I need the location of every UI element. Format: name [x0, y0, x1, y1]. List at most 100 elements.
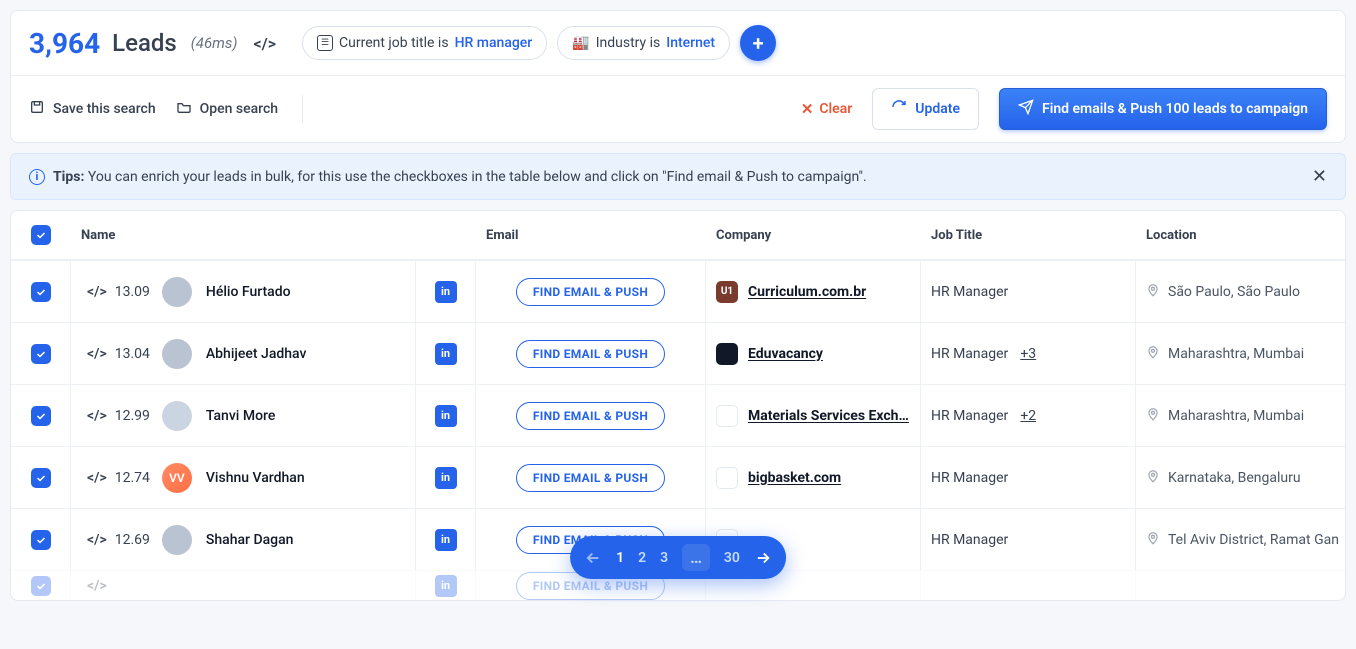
table-header: Name Email Company Job Title Location [11, 211, 1345, 260]
filter-pill-jobtitle[interactable]: ☰ Current job title is HR manager [302, 26, 547, 60]
save-search-label: Save this search [53, 101, 156, 117]
avatar [162, 401, 192, 431]
table-row: </> 13.04 Abhijeet Jadhav in FIND EMAIL & … [11, 322, 1345, 384]
job-extra-count[interactable]: +3 [1020, 346, 1036, 362]
table-row: </> 12.74 VV Vishnu VardhaninFIND EMAIL … [11, 446, 1345, 508]
row-checkbox[interactable] [31, 468, 51, 488]
lead-name[interactable]: Vishnu Vardhan [206, 470, 305, 486]
company-link[interactable]: Eduvacancy [748, 346, 823, 362]
push-campaign-button[interactable]: Find emails & Push 100 leads to campaign [999, 88, 1327, 130]
select-all-checkbox[interactable] [31, 225, 51, 245]
tips-banner: i Tips: You can enrich your leads in bul… [10, 153, 1346, 200]
building-icon: 🏭 [572, 35, 589, 51]
push-label: Find emails & Push 100 leads to campaign [1042, 101, 1308, 117]
toolbar: Save this search Open search ✕ Clear Upd… [11, 76, 1345, 142]
avatar [162, 339, 192, 369]
save-search-button[interactable]: Save this search [29, 99, 156, 119]
update-button[interactable]: Update [872, 88, 979, 130]
row-checkbox[interactable] [31, 406, 51, 426]
location-pin-icon [1146, 531, 1160, 549]
company-link[interactable]: bigbasket.com [748, 470, 841, 486]
linkedin-icon[interactable]: in [435, 467, 457, 489]
job-extra-count[interactable]: +2 [1020, 408, 1036, 424]
refresh-icon [891, 99, 907, 119]
open-search-button[interactable]: Open search [176, 99, 278, 119]
linkedin-icon[interactable]: in [435, 343, 457, 365]
send-icon [1018, 99, 1034, 119]
find-email-button[interactable]: FIND EMAIL & PUSH [516, 278, 665, 306]
linkedin-icon[interactable]: in [435, 405, 457, 427]
linkedin-icon[interactable]: in [435, 575, 457, 597]
summary-header: 3,964 Leads (46ms) </> ☰ Current job tit… [11, 11, 1345, 76]
lead-name[interactable]: Abhijeet Jadhav [206, 346, 307, 362]
row-checkbox[interactable] [31, 344, 51, 364]
filter-prefix: Current job title is [339, 35, 449, 51]
row-checkbox[interactable] [31, 576, 51, 596]
pagination-page-2[interactable]: 2 [638, 550, 646, 566]
job-title: HR Manager [931, 346, 1008, 362]
tips-label: Tips: [53, 169, 84, 185]
row-checkbox[interactable] [31, 282, 51, 302]
lead-label: Leads [112, 29, 177, 57]
company-link[interactable]: Curriculum.com.br [748, 284, 866, 300]
pagination-ellipsis[interactable]: … [682, 544, 710, 571]
folder-icon [176, 99, 192, 119]
header-linkedin [416, 221, 476, 249]
header-email: Email [476, 214, 706, 257]
filter-prefix: Industry is [596, 35, 661, 51]
code-icon[interactable]: </> [87, 532, 107, 548]
lead-score: 12.99 [115, 408, 150, 424]
header-name: Name [71, 214, 416, 257]
save-icon [29, 99, 45, 119]
lead-name[interactable]: Tanvi More [206, 408, 275, 424]
filter-value: Internet [666, 35, 715, 51]
location-pin-icon [1146, 283, 1160, 301]
divider [302, 95, 303, 123]
find-email-button[interactable]: FIND EMAIL & PUSH [516, 402, 665, 430]
job-title: HR Manager [931, 470, 1008, 486]
search-summary-card: 3,964 Leads (46ms) </> ☰ Current job tit… [10, 10, 1346, 143]
location-text: Karnataka, Bengaluru [1168, 470, 1301, 486]
linkedin-icon[interactable]: in [435, 281, 457, 303]
add-filter-button[interactable]: + [740, 25, 776, 61]
filter-value: HR manager [455, 35, 533, 51]
table-row: </> 12.99 Tanvi MoreinFIND EMAIL & PUSH … [11, 384, 1345, 446]
lead-name[interactable]: Hélio Furtado [206, 284, 291, 300]
location-pin-icon [1146, 407, 1160, 425]
row-checkbox[interactable] [31, 530, 51, 550]
header-job: Job Title [921, 214, 1136, 257]
code-icon[interactable]: </> [87, 346, 107, 362]
pagination-prev[interactable] [584, 549, 602, 567]
tips-text: You can enrich your leads in bulk, for t… [88, 169, 867, 185]
header-checkbox-cell [11, 211, 71, 259]
linkedin-icon[interactable]: in [435, 529, 457, 551]
code-icon[interactable]: </> [253, 34, 276, 53]
lead-score: 13.09 [115, 284, 150, 300]
pagination-next[interactable] [754, 549, 772, 567]
find-email-button[interactable]: FIND EMAIL & PUSH [516, 340, 665, 368]
code-icon[interactable]: </> [87, 284, 107, 300]
company-link[interactable]: Materials Services Exch… [748, 408, 909, 424]
pagination-page-3[interactable]: 3 [660, 550, 668, 566]
timing-label: (46ms) [191, 34, 238, 52]
pagination-page-1[interactable]: 1 [616, 550, 624, 566]
close-tips-button[interactable]: ✕ [1312, 166, 1327, 187]
location-pin-icon [1146, 469, 1160, 487]
code-icon[interactable]: </> [87, 470, 107, 486]
find-email-button[interactable]: FIND EMAIL & PUSH [516, 464, 665, 492]
filter-pill-industry[interactable]: 🏭 Industry is Internet [557, 26, 730, 60]
pagination-page-last[interactable]: 30 [724, 550, 740, 566]
lead-score: 12.69 [115, 532, 150, 548]
lead-name[interactable]: Shahar Dagan [206, 532, 294, 548]
code-icon[interactable]: </> [87, 578, 107, 594]
clear-button[interactable]: ✕ Clear [801, 100, 852, 118]
location-text: Maharashtra, Mumbai [1168, 408, 1304, 424]
location-text: Maharashtra, Mumbai [1168, 346, 1304, 362]
header-company: Company [706, 214, 921, 257]
job-title: HR Manager [931, 408, 1008, 424]
lead-score: 13.04 [115, 346, 150, 362]
close-icon: ✕ [801, 100, 814, 118]
code-icon[interactable]: </> [87, 408, 107, 424]
company-logo-icon [716, 467, 738, 489]
header-location: Location [1136, 214, 1346, 257]
